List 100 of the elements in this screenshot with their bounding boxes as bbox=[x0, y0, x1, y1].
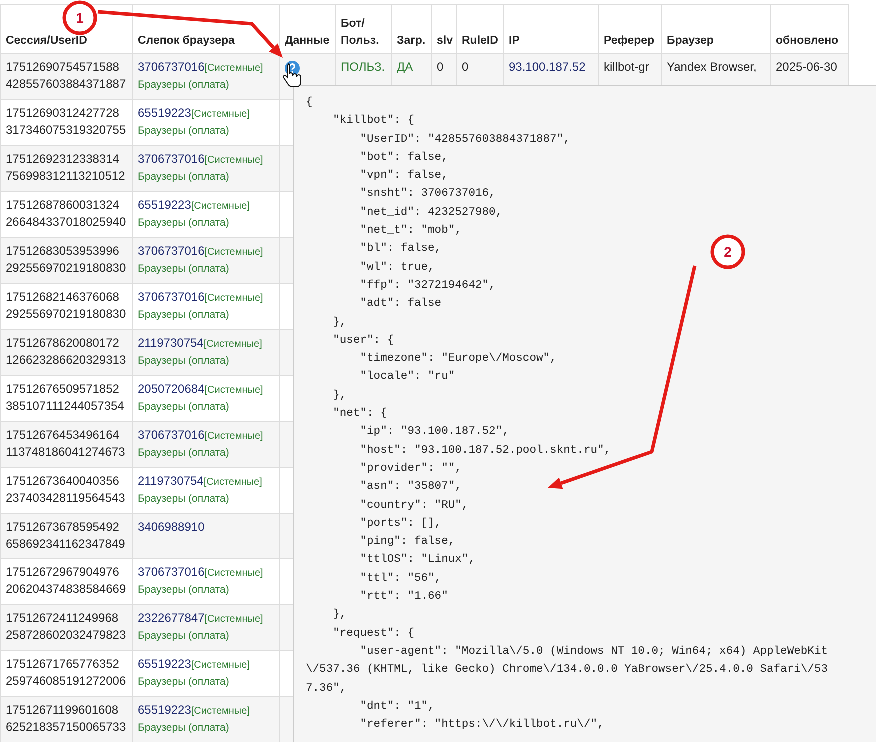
fingerprint-link[interactable]: 3706737016 bbox=[138, 59, 205, 76]
session-id: 17512690312427728 bbox=[6, 105, 120, 122]
category-label: Браузеры (оплата) bbox=[138, 629, 230, 644]
fingerprint-link[interactable]: 65519223 bbox=[138, 197, 192, 214]
category-label: Браузеры (оплата) bbox=[138, 721, 230, 736]
category-label: Браузеры (оплата) bbox=[138, 262, 230, 277]
user-id: 113748186041274673 bbox=[6, 444, 126, 461]
category-tag: [Системные] bbox=[204, 611, 264, 628]
fingerprint-link[interactable]: 2050720684 bbox=[138, 381, 205, 398]
category-label: Браузеры (оплата) bbox=[138, 170, 230, 185]
code-line: "locale": "ru" bbox=[359, 370, 456, 386]
code-line: "wl": true, bbox=[359, 260, 435, 276]
session-id: 17512687860031324 bbox=[6, 197, 120, 214]
session-id: 17512671765776352 bbox=[6, 656, 120, 673]
table-cell: killbot-gr bbox=[604, 59, 650, 76]
fingerprint-link[interactable]: 2119730754 bbox=[138, 473, 204, 490]
code-line: "net_id": 4232527980, bbox=[359, 206, 503, 221]
status-text: ПОЛЬЗ. bbox=[341, 59, 386, 76]
table-cell: Yandex Browser, bbox=[667, 59, 757, 76]
code-line: "bot": false, bbox=[359, 150, 448, 166]
category-tag: [Системные] bbox=[204, 290, 264, 307]
session-id: 17512692312338314 bbox=[6, 151, 120, 168]
code-line: }, bbox=[332, 316, 347, 331]
callout-badge: 1 bbox=[62, 0, 98, 36]
code-line: "UserID": "428557603884371887", bbox=[359, 132, 570, 148]
code-line: "ip": "93.100.187.52", bbox=[359, 424, 510, 440]
table-cell: 0 bbox=[437, 59, 444, 76]
user-id: 658692341162347849 bbox=[6, 536, 126, 553]
category-tag: [Системные] bbox=[204, 382, 264, 399]
fingerprint-link[interactable]: 65519223 bbox=[138, 702, 192, 719]
code-line: "timezone": "Europe\/Moscow", bbox=[359, 352, 557, 368]
column-header[interactable]: Браузер bbox=[667, 33, 714, 50]
table-cell: 2025-06-30 bbox=[776, 59, 838, 76]
session-id: 17512682146376068 bbox=[6, 289, 120, 306]
code-line: "ports": [], bbox=[359, 516, 442, 532]
code-line: "referer": "https:\/\/killbot.ru\/", bbox=[359, 718, 604, 734]
category-label: Браузеры (оплата) bbox=[138, 308, 230, 323]
session-id: 17512690754571588 bbox=[6, 59, 120, 76]
fingerprint-link[interactable]: 3706737016 bbox=[138, 427, 205, 444]
category-label: Браузеры (оплата) bbox=[138, 400, 230, 415]
code-line: "asn": "35807", bbox=[359, 480, 462, 496]
code-line: "host": "93.100.187.52.pool.sknt.ru", bbox=[359, 444, 612, 459]
category-tag: [Системные] bbox=[204, 244, 264, 261]
category-label: Браузеры (оплата) bbox=[138, 124, 230, 139]
column-header[interactable]: IP bbox=[509, 33, 520, 50]
category-label: Браузеры (оплата) bbox=[138, 446, 230, 461]
user-id: 756998312113210512 bbox=[6, 168, 126, 185]
fingerprint-link[interactable]: 3706737016 bbox=[138, 151, 205, 168]
table-cell: 0 bbox=[462, 59, 469, 76]
fingerprint-link[interactable]: 3706737016 bbox=[138, 289, 205, 306]
fingerprint-link[interactable]: 2322677847 bbox=[138, 610, 205, 627]
category-tag: [Системные] bbox=[191, 657, 250, 674]
fingerprint-link[interactable]: 65519223 bbox=[138, 656, 192, 673]
fingerprint-link[interactable]: 3706737016 bbox=[138, 564, 205, 581]
session-id: 17512683053953996 bbox=[6, 243, 120, 260]
category-tag: [Системные] bbox=[191, 106, 250, 123]
code-line: "user-agent": "Mozilla\/5.0 (Windows NT 10.0; Win64; x64) AppleWebKit bbox=[359, 644, 828, 660]
category-label: Браузеры (оплата) bbox=[138, 216, 230, 231]
session-id: 17512676509571852 bbox=[6, 381, 120, 398]
category-label: Браузеры (оплата) bbox=[138, 675, 230, 690]
session-id: 17512672411249968 bbox=[6, 610, 119, 627]
fingerprint-link[interactable]: 2119730754 bbox=[138, 335, 204, 352]
user-id: 625218357150065733 bbox=[6, 719, 126, 736]
status-text: ДА bbox=[397, 59, 414, 76]
code-line: "rtt": "1.66" bbox=[359, 590, 448, 606]
user-id: 237403428119564543 bbox=[6, 490, 126, 507]
category-tag: [Системные] bbox=[204, 428, 264, 445]
code-line: "provider": "", bbox=[359, 462, 462, 477]
category-label: Браузеры (оплата) bbox=[138, 492, 230, 507]
fingerprint-link[interactable]: 3406988910 bbox=[138, 519, 205, 536]
code-line: "ttlOS": "Linux", bbox=[359, 552, 476, 568]
code-line: "killbot": { bbox=[332, 114, 414, 130]
session-id: 17512672967904976 bbox=[6, 564, 120, 581]
session-id: 17512673640040356 bbox=[6, 473, 120, 490]
category-label: Браузеры (оплата) bbox=[138, 583, 230, 598]
code-line: "dnt": "1", bbox=[359, 700, 435, 715]
session-id: 17512678620080172 bbox=[6, 335, 120, 352]
code-line: "adt": false bbox=[359, 296, 442, 312]
code-line: "ping": false, bbox=[359, 534, 456, 550]
fingerprint-link[interactable]: 3706737016 bbox=[138, 243, 205, 260]
user-id: 259746085191272006 bbox=[6, 673, 126, 690]
code-line: }, bbox=[332, 388, 347, 404]
code-line: "vpn": false, bbox=[359, 168, 448, 184]
category-tag: [Системные] bbox=[191, 198, 250, 215]
column-header[interactable]: Сессия/UserID bbox=[6, 33, 88, 50]
session-id: 17512671199601608 bbox=[6, 702, 119, 719]
code-line: "ttl": "56", bbox=[359, 572, 442, 587]
code-line: 7.36", bbox=[306, 682, 347, 696]
code-line: \/537.36 (KHTML, like Gecko) Chrome\/134.0.0.0 YaBrowser\/25.4.0.0 Safari\/53 bbox=[306, 662, 828, 678]
user-id: 258728602032479823 bbox=[6, 627, 126, 644]
user-id: 292556970219180830 bbox=[6, 306, 126, 323]
category-label: Браузеры (оплата) bbox=[138, 354, 230, 369]
user-id: 317346075319320755 bbox=[6, 122, 126, 139]
code-line: }, bbox=[332, 608, 347, 624]
user-id: 428557603884371887 bbox=[6, 76, 126, 93]
fingerprint-link[interactable]: 65519223 bbox=[138, 105, 192, 122]
user-id: 385107111244057354 bbox=[6, 398, 124, 415]
category-tag: [Системные] bbox=[204, 152, 264, 169]
code-line: "ffp": "3272194642", bbox=[359, 278, 496, 294]
code-line: "snsht": 3706737016, bbox=[359, 186, 496, 202]
